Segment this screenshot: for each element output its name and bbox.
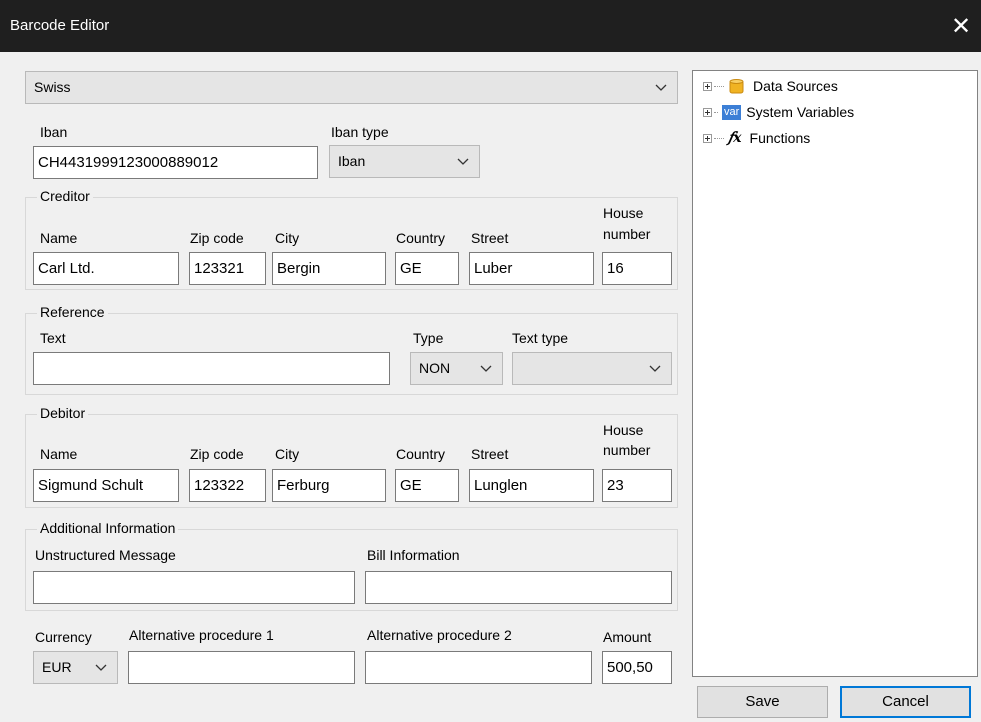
database-icon	[728, 78, 745, 95]
tree-item-label: System Variables	[746, 104, 855, 120]
iban-type-dropdown[interactable]: Iban	[329, 145, 480, 178]
creditor-house-input[interactable]: 16	[602, 252, 672, 285]
creditor-street-input[interactable]: Luber	[469, 252, 594, 285]
expand-icon[interactable]	[703, 107, 712, 117]
reference-type-label: Type	[413, 330, 444, 346]
creditor-street-label: Street	[471, 230, 509, 246]
alt-procedure-2-label: Alternative procedure 2	[367, 627, 512, 643]
chevron-down-icon	[457, 146, 471, 177]
debitor-country-label: Country	[396, 446, 446, 462]
chevron-down-icon	[655, 72, 669, 103]
barcode-type-dropdown[interactable]: Swiss	[25, 71, 678, 104]
debitor-zip-input[interactable]: 123322	[189, 469, 266, 502]
creditor-zip-label: Zip code	[190, 230, 244, 246]
alt-procedure-1-input[interactable]	[128, 651, 355, 684]
creditor-house-label-1: House	[603, 205, 644, 221]
tree-item-system-variables[interactable]: var System Variables	[703, 101, 854, 123]
barcode-type-value: Swiss	[34, 79, 71, 95]
debitor-name-label: Name	[40, 446, 78, 462]
amount-label: Amount	[603, 629, 652, 645]
function-icon: 𝑓x	[728, 130, 742, 146]
debitor-country-input[interactable]: GE	[395, 469, 459, 502]
creditor-name-label: Name	[40, 230, 78, 246]
unstructured-message-label: Unstructured Message	[35, 547, 176, 563]
save-button[interactable]: Save	[697, 686, 828, 718]
currency-label: Currency	[35, 629, 92, 645]
debitor-zip-label: Zip code	[190, 446, 244, 462]
debitor-city-input[interactable]: Ferburg	[272, 469, 386, 502]
reference-text-type-label: Text type	[512, 330, 569, 346]
reference-group-title: Reference	[37, 304, 108, 320]
creditor-group-title: Creditor	[37, 188, 93, 204]
reference-text-label: Text	[40, 330, 66, 346]
debitor-house-input[interactable]: 23	[602, 469, 672, 502]
iban-type-value: Iban	[338, 153, 366, 169]
iban-type-label: Iban type	[331, 124, 389, 140]
debitor-group-title: Debitor	[37, 405, 89, 421]
creditor-house-label-2: number	[603, 226, 651, 242]
creditor-country-input[interactable]: GE	[395, 252, 459, 285]
reference-type-dropdown[interactable]: NON	[410, 352, 503, 385]
window-title: Barcode Editor	[10, 17, 110, 34]
iban-label: Iban	[40, 124, 68, 140]
debitor-street-input[interactable]: Lunglen	[469, 469, 594, 502]
additional-info-group-title: Additional Information	[37, 520, 179, 536]
tree-view[interactable]: Data Sources var System Variables 𝑓x Fun…	[692, 70, 978, 677]
iban-input[interactable]: CH4431999123000889012	[33, 146, 318, 179]
expand-icon[interactable]	[703, 81, 712, 91]
debitor-street-label: Street	[471, 446, 509, 462]
creditor-name-input[interactable]: Carl Ltd.	[33, 252, 179, 285]
chevron-down-icon	[480, 353, 494, 384]
alt-procedure-2-input[interactable]	[365, 651, 592, 684]
tree-item-data-sources[interactable]: Data Sources	[703, 75, 838, 97]
unstructured-message-input[interactable]	[33, 571, 355, 604]
creditor-city-label: City	[275, 230, 300, 246]
reference-text-input[interactable]	[33, 352, 390, 385]
bill-information-input[interactable]	[365, 571, 672, 604]
title-bar: Barcode Editor ✕	[0, 0, 981, 52]
tree-item-label: Data Sources	[753, 78, 838, 94]
alt-procedure-1-label: Alternative procedure 1	[129, 627, 274, 643]
bill-information-label: Bill Information	[367, 547, 460, 563]
expand-icon[interactable]	[703, 133, 712, 143]
creditor-zip-input[interactable]: 123321	[189, 252, 266, 285]
var-icon: var	[722, 104, 742, 120]
chevron-down-icon	[649, 353, 663, 384]
cancel-button[interactable]: Cancel	[840, 686, 971, 718]
chevron-down-icon	[95, 652, 109, 683]
debitor-city-label: City	[275, 446, 300, 462]
tree-item-functions[interactable]: 𝑓x Functions	[703, 127, 810, 149]
debitor-name-input[interactable]: Sigmund Schult	[33, 469, 179, 502]
debitor-house-label-1: House	[603, 422, 644, 438]
reference-type-value: NON	[419, 360, 451, 376]
reference-text-type-dropdown[interactable]	[512, 352, 672, 385]
currency-dropdown[interactable]: EUR	[33, 651, 118, 684]
debitor-house-label-2: number	[603, 442, 651, 458]
close-icon[interactable]: ✕	[941, 0, 981, 52]
creditor-country-label: Country	[396, 230, 446, 246]
amount-input[interactable]: 500,50	[602, 651, 672, 684]
tree-item-label: Functions	[749, 130, 811, 146]
currency-value: EUR	[42, 659, 72, 675]
creditor-city-input[interactable]: Bergin	[272, 252, 386, 285]
